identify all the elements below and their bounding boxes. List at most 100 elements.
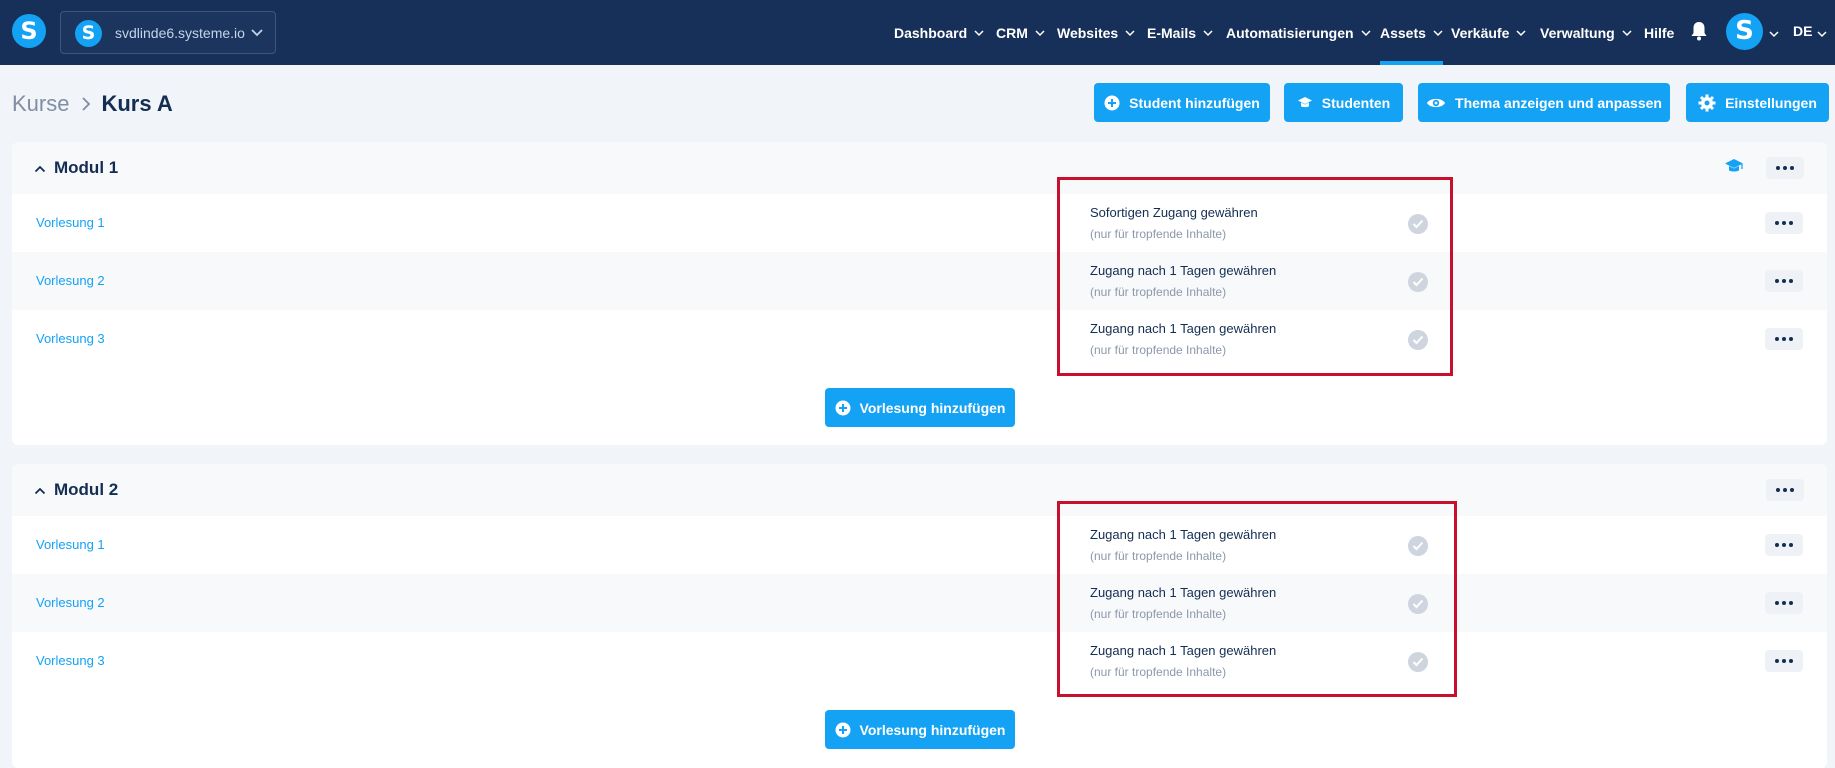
site-name: svdlinde6.systeme.io [115, 25, 245, 41]
chevron-down-icon[interactable] [1817, 25, 1827, 43]
lecture-row: Vorlesung 3 Zugang nach 1 Tagen gewähren… [12, 632, 1827, 690]
nav-hilfe[interactable]: Hilfe [1644, 0, 1674, 65]
access-rule-label: Zugang nach 1 Tagen gewähren [1090, 585, 1277, 600]
view-theme-button[interactable]: Thema anzeigen und anpassen [1418, 83, 1670, 122]
access-rule-label: Sofortigen Zugang gewähren [1090, 205, 1258, 220]
students-label: Studenten [1321, 94, 1391, 111]
module-more-options-button[interactable] [1766, 479, 1804, 501]
plus-circle-icon [1104, 95, 1120, 111]
chevron-right-icon [81, 97, 91, 111]
lecture-more-options-button[interactable] [1765, 212, 1803, 234]
nav-crm[interactable]: CRM [996, 0, 1045, 65]
access-option[interactable]: Zugang nach 1 Tagen gewähren (nur für tr… [1078, 516, 1438, 574]
add-lecture-label: Vorlesung hinzufügen [859, 399, 1006, 416]
lecture-link[interactable]: Vorlesung 1 [36, 215, 105, 230]
lecture-link[interactable]: Vorlesung 2 [36, 273, 105, 288]
lecture-more-options-button[interactable] [1765, 270, 1803, 292]
lecture-link[interactable]: Vorlesung 3 [36, 653, 105, 668]
chevron-down-icon [250, 23, 264, 43]
check-circle-icon[interactable] [1408, 652, 1428, 672]
module-card: Modul 2 Vorlesung 1 Zugang nach 1 Tagen … [12, 464, 1827, 768]
nav-label: Dashboard [894, 24, 968, 41]
nav-dashboard[interactable]: Dashboard [894, 0, 984, 65]
access-option[interactable]: Sofortigen Zugang gewähren (nur für trop… [1078, 194, 1438, 252]
systeme-logo[interactable]: S [12, 14, 46, 48]
nav-automatisierungen[interactable]: Automatisierungen [1226, 0, 1371, 65]
check-circle-icon[interactable] [1408, 272, 1428, 292]
module-header[interactable]: Modul 1 [12, 142, 1827, 194]
check-circle-icon[interactable] [1408, 330, 1428, 350]
nav-label: E-Mails [1147, 24, 1197, 41]
nav-label: Verwaltung [1540, 24, 1615, 41]
chevron-down-icon [1203, 29, 1213, 37]
access-rule-label: Zugang nach 1 Tagen gewähren [1090, 263, 1277, 278]
breadcrumb-courses-link[interactable]: Kurse [12, 91, 69, 117]
access-option[interactable]: Zugang nach 1 Tagen gewähren (nur für tr… [1078, 574, 1438, 632]
chevron-up-icon[interactable] [34, 161, 46, 179]
add-lecture-button[interactable]: Vorlesung hinzufügen [825, 388, 1015, 427]
user-avatar[interactable]: S [1726, 13, 1763, 50]
lecture-link[interactable]: Vorlesung 3 [36, 331, 105, 346]
nav-label: CRM [996, 24, 1028, 41]
check-circle-icon[interactable] [1408, 214, 1428, 234]
chevron-down-icon [1125, 29, 1135, 37]
nav-label: Automatisierungen [1226, 24, 1354, 41]
page-title: Kurs A [101, 91, 173, 116]
students-button[interactable]: Studenten [1284, 83, 1403, 122]
nav-verwaltung[interactable]: Verwaltung [1540, 0, 1632, 65]
access-rule-note: (nur für tropfende Inhalte) [1090, 343, 1227, 357]
module-title: Modul 2 [54, 480, 119, 499]
access-rule-note: (nur für tropfende Inhalte) [1090, 227, 1227, 241]
lecture-more-options-button[interactable] [1765, 650, 1803, 672]
access-rule-label: Zugang nach 1 Tagen gewähren [1090, 527, 1277, 542]
bell-icon[interactable] [1690, 21, 1708, 46]
module-more-options-button[interactable] [1766, 157, 1804, 179]
nav-label: Assets [1380, 24, 1426, 41]
lecture-row: Vorlesung 2 Zugang nach 1 Tagen gewähren… [12, 574, 1827, 632]
module-card: Modul 1 Vorlesung 1 Sofortigen Zugang ge… [12, 142, 1827, 445]
nav-emails[interactable]: E-Mails [1147, 0, 1213, 65]
plus-circle-icon [835, 722, 851, 738]
chevron-down-icon [1035, 29, 1045, 37]
access-rule-note: (nur für tropfende Inhalte) [1090, 549, 1227, 563]
lecture-more-options-button[interactable] [1765, 534, 1803, 556]
module-header[interactable]: Modul 2 [12, 464, 1827, 516]
lecture-row: Vorlesung 3 Zugang nach 1 Tagen gewähren… [12, 310, 1827, 368]
chevron-down-icon [1361, 29, 1371, 37]
nav-websites[interactable]: Websites [1057, 0, 1135, 65]
lecture-link[interactable]: Vorlesung 2 [36, 595, 105, 610]
check-circle-icon[interactable] [1408, 594, 1428, 614]
plus-circle-icon [835, 400, 851, 416]
lecture-row: Vorlesung 2 Zugang nach 1 Tagen gewähren… [12, 252, 1827, 310]
access-option[interactable]: Zugang nach 1 Tagen gewähren (nur für tr… [1078, 252, 1438, 310]
access-option[interactable]: Zugang nach 1 Tagen gewähren (nur für tr… [1078, 632, 1438, 690]
eye-icon [1426, 96, 1446, 110]
settings-button[interactable]: Einstellungen [1686, 83, 1829, 122]
language-selector[interactable]: DE [1793, 23, 1812, 39]
graduation-cap-icon [1297, 95, 1313, 111]
check-circle-icon[interactable] [1408, 536, 1428, 556]
lecture-row: Vorlesung 1 Zugang nach 1 Tagen gewähren… [12, 516, 1827, 574]
chevron-down-icon [1516, 29, 1526, 37]
add-student-button[interactable]: Student hinzufügen [1094, 83, 1270, 122]
chevron-down-icon [1622, 29, 1632, 37]
add-student-label: Student hinzufügen [1129, 94, 1260, 111]
access-option[interactable]: Zugang nach 1 Tagen gewähren (nur für tr… [1078, 310, 1438, 368]
chevron-up-icon[interactable] [34, 483, 46, 501]
lecture-more-options-button[interactable] [1765, 328, 1803, 350]
access-rule-note: (nur für tropfende Inhalte) [1090, 665, 1227, 679]
lecture-more-options-button[interactable] [1765, 592, 1803, 614]
nav-assets[interactable]: Assets [1380, 0, 1443, 65]
chevron-down-icon[interactable] [1769, 25, 1779, 43]
nav-verkaeufe[interactable]: Verkäufe [1451, 0, 1526, 65]
lecture-link[interactable]: Vorlesung 1 [36, 537, 105, 552]
add-lecture-button[interactable]: Vorlesung hinzufügen [825, 710, 1015, 749]
settings-label: Einstellungen [1725, 94, 1817, 111]
graduation-cap-icon[interactable] [1724, 157, 1744, 180]
site-selector[interactable]: S svdlinde6.systeme.io [60, 11, 276, 54]
access-rule-label: Zugang nach 1 Tagen gewähren [1090, 321, 1277, 336]
chevron-down-icon [974, 29, 984, 37]
site-logo-icon: S [75, 20, 102, 47]
lecture-row: Vorlesung 1 Sofortigen Zugang gewähren (… [12, 194, 1827, 252]
nav-label: Hilfe [1644, 24, 1675, 41]
